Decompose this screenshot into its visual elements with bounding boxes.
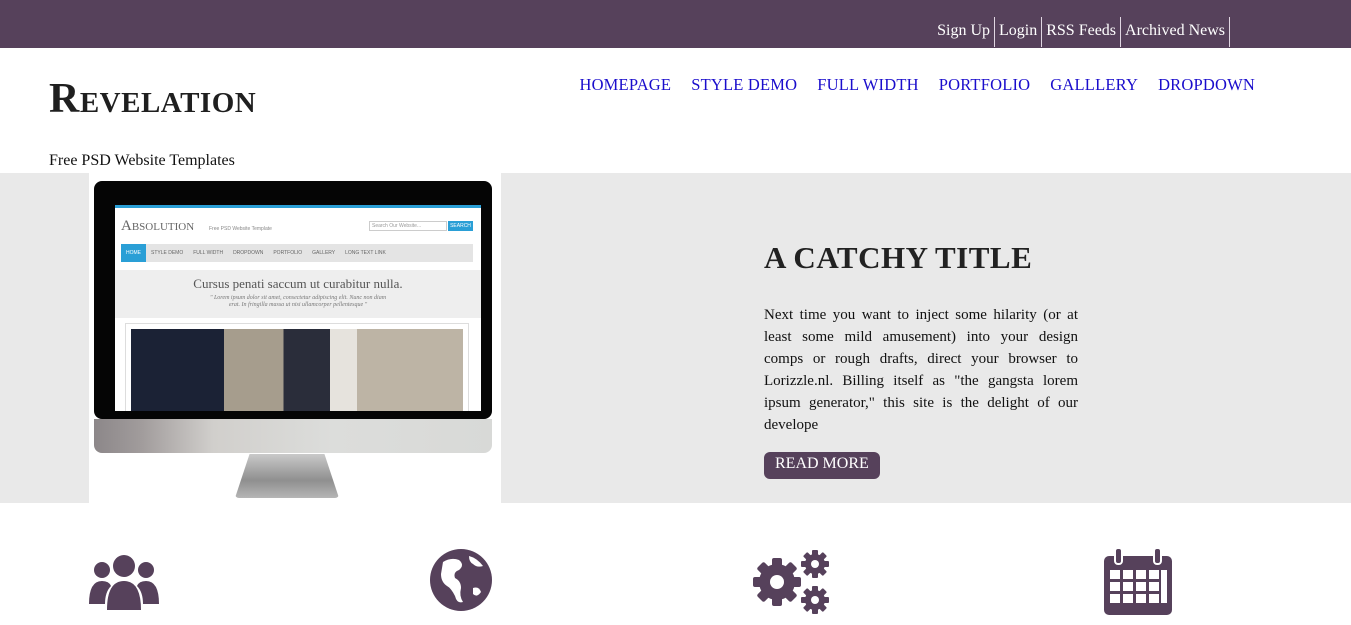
calendar-icon	[1103, 548, 1173, 616]
nav-homepage[interactable]: HOMEPAGE	[579, 75, 671, 95]
monitor-screen: Absolution Free PSD Website Template Sea…	[115, 205, 481, 411]
signup-link[interactable]: Sign Up	[937, 17, 996, 47]
preview-nav-item: PORTFOLIO	[273, 250, 303, 256]
archived-news-link[interactable]: Archived News	[1121, 17, 1230, 47]
preview-heading: Cursus penati saccum ut curabitur nulla.	[193, 276, 403, 291]
preview-banner: Cursus penati saccum ut curabitur nulla.…	[115, 270, 481, 318]
site-logo[interactable]: Revelation	[49, 74, 256, 124]
monitor-chin	[94, 419, 492, 453]
hero-title: A CATCHY TITLE	[764, 240, 1033, 275]
preview-nav-item: STYLE DEMO	[151, 250, 184, 256]
preview-subtitle: Free PSD Website Template	[209, 226, 272, 232]
preview-search-button: SEARCH	[448, 221, 473, 231]
globe-icon	[429, 548, 493, 612]
gears-icon	[751, 548, 833, 616]
rss-feeds-link[interactable]: RSS Feeds	[1042, 17, 1122, 47]
hero-image-panel: Absolution Free PSD Website Template Sea…	[89, 173, 501, 503]
preview-nav: HOME STYLE DEMO FULL WIDTH DROPDOWN PORT…	[121, 244, 473, 262]
preview-nav-item: GALLERY	[312, 250, 336, 256]
read-more-button[interactable]: READ MORE	[764, 452, 880, 479]
preview-search-input: Search Our Website...	[369, 221, 447, 231]
top-bar: Sign Up Login RSS Feeds Archived News	[0, 0, 1351, 48]
hero-section: Absolution Free PSD Website Template Sea…	[0, 173, 1351, 503]
preview-photo	[131, 329, 463, 411]
monitor-stand	[235, 454, 339, 498]
account-links: Sign Up Login RSS Feeds Archived News	[937, 17, 1230, 47]
nav-dropdown[interactable]: DROPDOWN	[1158, 75, 1255, 95]
preview-quote-line: erat. In fringilla massa ut nisi ullamco…	[228, 302, 368, 308]
preview-nav-item: FULL WIDTH	[193, 250, 224, 256]
nav-portfolio[interactable]: PORTFOLIO	[939, 75, 1031, 95]
site-tagline: Free PSD Website Templates	[49, 152, 235, 169]
monitor-bezel: Absolution Free PSD Website Template Sea…	[94, 181, 492, 419]
login-link[interactable]: Login	[995, 17, 1043, 47]
main-nav: HOMEPAGE STYLE DEMO FULL WIDTH PORTFOLIO…	[579, 75, 1255, 95]
users-icon	[89, 548, 159, 614]
preview-nav-item: HOME	[121, 244, 146, 262]
hero-text: Next time you want to inject some hilari…	[764, 307, 1078, 433]
nav-full-width[interactable]: FULL WIDTH	[817, 75, 918, 95]
preview-nav-item: LONG TEXT LINK	[345, 250, 386, 256]
preview-nav-item: DROPDOWN	[233, 250, 264, 256]
nav-style-demo[interactable]: STYLE DEMO	[691, 75, 797, 95]
nav-gallery[interactable]: GALLLERY	[1050, 75, 1138, 95]
preview-quote-line: " Lorem ipsum dolor sit amet, consectetu…	[209, 295, 387, 301]
preview-logo: Absolution	[121, 218, 195, 234]
